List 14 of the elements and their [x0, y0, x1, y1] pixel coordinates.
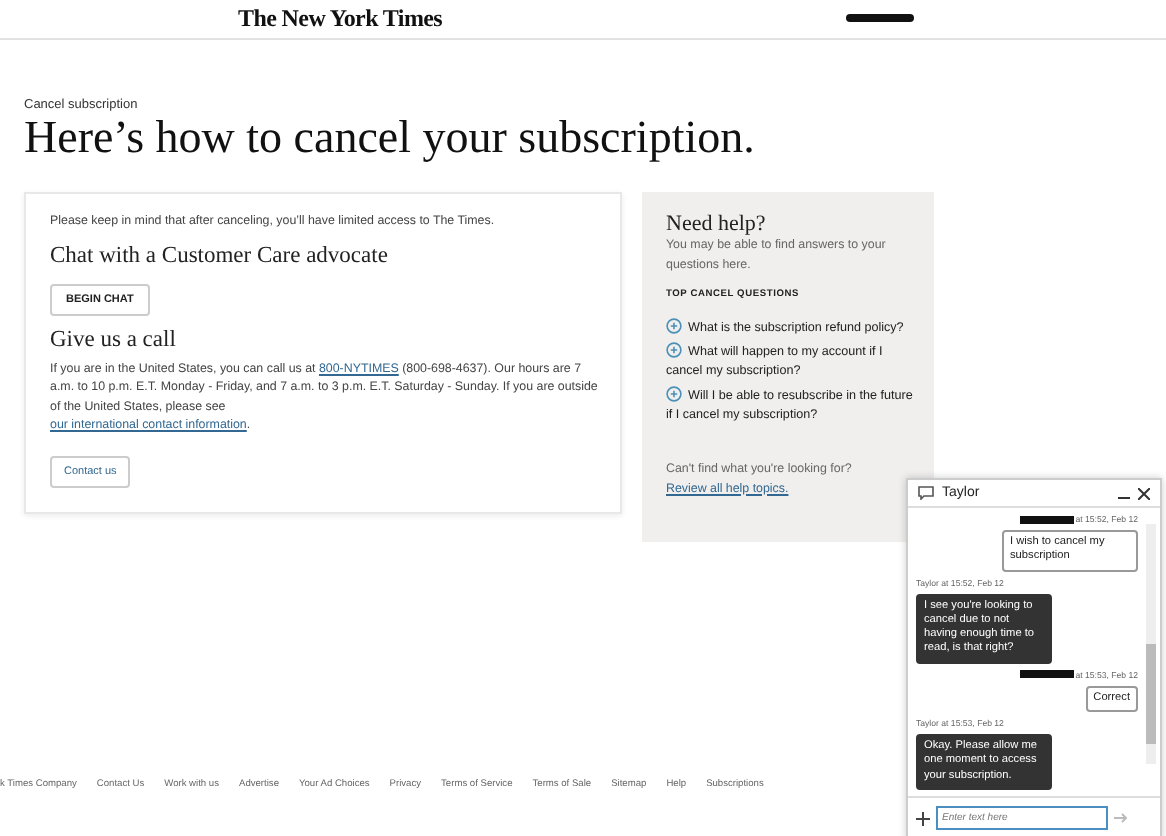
chat-bubble-icon: [918, 486, 934, 500]
chat-heading: Chat with a Customer Care advocate: [50, 243, 390, 267]
newspaper-logo[interactable]: The New York Times: [238, 4, 443, 34]
plus-icon[interactable]: [916, 811, 930, 825]
page-title: Here’s how to cancel your subscription.: [24, 112, 757, 164]
plus-circle-icon: [666, 342, 682, 358]
menu-bar-icon[interactable]: [846, 14, 914, 22]
close-icon[interactable]: [1138, 487, 1150, 499]
redaction-bar: [1019, 670, 1074, 679]
call-heading: Give us a call: [50, 327, 178, 351]
plus-circle-icon: [666, 385, 682, 401]
redaction-bar: [1019, 515, 1074, 523]
plus-circle-icon: [666, 318, 682, 334]
help-title: Need help?: [666, 212, 768, 236]
